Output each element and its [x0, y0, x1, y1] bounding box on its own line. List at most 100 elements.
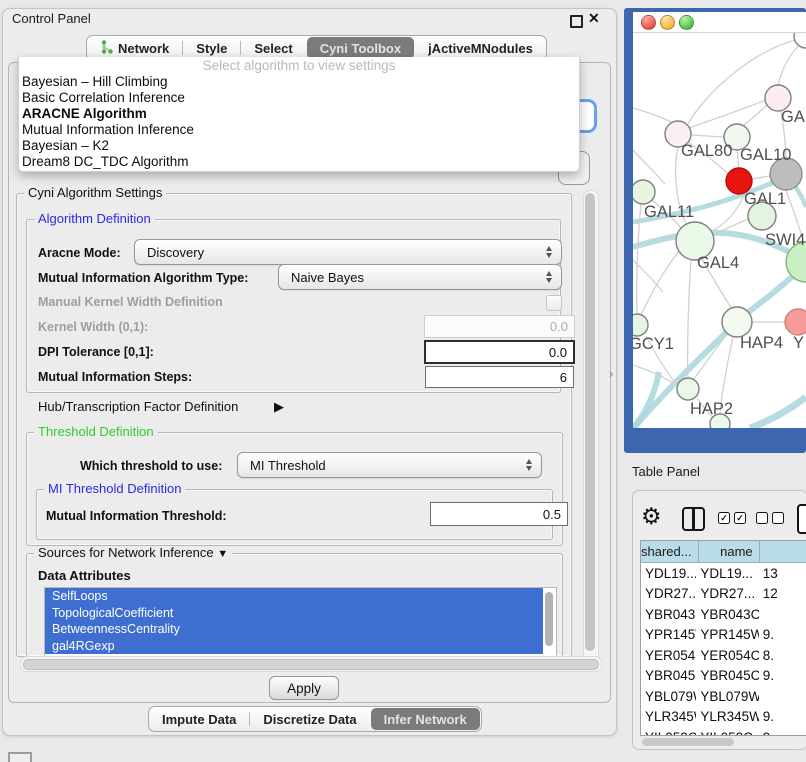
node-label-gal11: GAL11 [644, 203, 694, 221]
bottom-tab-impute-data[interactable]: Impute Data [149, 707, 249, 731]
float-window-icon[interactable] [570, 15, 583, 28]
table-cell: YBR043C [696, 604, 758, 625]
table-cell: 9. [759, 666, 806, 687]
collapsed-panel-icon[interactable] [8, 752, 32, 762]
node-table[interactable]: shared...nameYDL19...YDL19...13YDR27...Y… [640, 540, 806, 736]
new-table-icon[interactable] [797, 504, 806, 534]
close-traffic-light-icon[interactable] [641, 15, 656, 30]
table-horizontal-scrollbar-thumb[interactable] [642, 738, 734, 746]
tab-cyni-toolbox[interactable]: Cyni Toolbox [307, 37, 414, 59]
stepper-arrows-icon [546, 246, 552, 258]
attribute-item-gal4rgexp[interactable]: gal4RGexp [45, 638, 543, 655]
column-header-shared[interactable]: shared... [641, 541, 699, 563]
hub-section-label[interactable]: Hub/Transcription Factor Definition [38, 399, 238, 414]
bottom-tab-infer-network[interactable]: Infer Network [371, 708, 480, 730]
table-cell: YPR145W [696, 625, 758, 646]
aracne-mode-select[interactable]: Discovery [134, 239, 562, 265]
table-cell: 12 [759, 584, 806, 605]
attribute-item-topologicalcoefficient[interactable]: TopologicalCoefficient [45, 605, 543, 622]
table-cell: YER054C [641, 645, 696, 666]
split-columns-icon[interactable] [682, 507, 705, 531]
network-canvas[interactable]: GALGAL80GAL10GAL1GAL11SWI4GAL4GCY1HAP4YH… [633, 33, 806, 428]
attribute-item-betweennesscentrality[interactable]: BetweennessCentrality [45, 621, 543, 638]
table-cell: YBL079W [641, 686, 696, 707]
network-node-gal11[interactable] [633, 180, 655, 204]
node-label-gal4: GAL4 [697, 254, 739, 272]
algorithm-definition-title: Algorithm Definition [34, 212, 155, 226]
algorithm-dropdown-popup: Select algorithm to view settings Bayesi… [18, 57, 580, 172]
collapse-arrow-icon[interactable]: ▼ [217, 548, 228, 560]
dpi-tolerance-field[interactable]: 0.0 [424, 340, 575, 364]
select-all-icon[interactable]: ✓✓ [718, 512, 746, 524]
kernel-width-field[interactable]: 0.0 [424, 315, 575, 338]
mi-threshold-field[interactable]: 0.5 [430, 502, 568, 526]
sources-title: Sources for Network Inference ▼ [34, 546, 232, 561]
sources-title-text: Sources for Network Inference [38, 545, 214, 560]
table-row[interactable]: YLR345WYLR345W9. [641, 707, 806, 728]
node-label-gcy1: GCY1 [633, 335, 674, 353]
dpi-tolerance-label: DPI Tolerance [0,1]: [38, 345, 154, 359]
node-label-gal: GAL [781, 108, 806, 126]
table-cell: 9. [759, 707, 806, 728]
dropdown-item-basic-correlation-inference[interactable]: Basic Correlation Inference [19, 90, 579, 106]
table-row[interactable]: YBR043CYBR043C [641, 604, 806, 625]
close-icon[interactable]: ✕ [588, 10, 600, 27]
split-pane-collapse-arrow[interactable]: › [609, 366, 613, 381]
network-node-y[interactable] [785, 309, 806, 335]
zoom-traffic-light-icon[interactable] [679, 15, 694, 30]
table-cell: YDR27... [696, 584, 758, 605]
column-header-name[interactable]: name [699, 541, 760, 563]
bottom-tab-discretize-data[interactable]: Discretize Data [250, 707, 369, 731]
list-scrollbar-thumb[interactable] [545, 592, 553, 646]
minimize-traffic-light-icon[interactable] [660, 15, 675, 30]
data-attributes-list[interactable]: SelfLoopsTopologicalCoefficientBetweenne… [44, 587, 557, 657]
attribute-item-selfloops[interactable]: SelfLoops [45, 588, 543, 605]
dropdown-item-mutual-information-inference[interactable]: Mutual Information Inference [19, 122, 579, 138]
cyni-algorithm-settings-title: Cyni Algorithm Settings [24, 186, 166, 200]
stepper-arrows-icon [546, 271, 552, 283]
dropdown-item-bayesian-hill-climbing[interactable]: Bayesian – Hill Climbing [19, 74, 579, 90]
network-icon [100, 40, 113, 57]
which-threshold-label: Which threshold to use: [80, 459, 222, 473]
tab-label: Network [118, 41, 169, 56]
network-node-hap4[interactable] [722, 307, 752, 337]
table-row[interactable]: YDR27...YDR27...12 [641, 584, 806, 605]
network-node-labels: GALGAL80GAL10GAL1GAL11SWI4GAL4GCY1HAP4YH… [633, 108, 806, 418]
mi-steps-field[interactable]: 6 [425, 366, 574, 388]
settings-horizontal-scrollbar-thumb[interactable] [23, 659, 599, 670]
table-row[interactable]: YBR045CYBR045C9. [641, 666, 806, 687]
network-node[interactable] [794, 33, 806, 48]
dropdown-item-bayesian-k2[interactable]: Bayesian – K2 [19, 138, 579, 154]
column-header-col2[interactable] [760, 541, 806, 563]
mi-steps-label: Mutual Information Steps: [38, 370, 192, 384]
expand-arrow-icon[interactable]: ▶ [274, 399, 284, 415]
network-node-gcy1[interactable] [633, 314, 648, 336]
application-window: Control Panel ✕ NetworkStyleSelectCyni T… [0, 0, 806, 762]
manual-kernel-checkbox[interactable] [546, 295, 562, 311]
table-row[interactable]: YIL052CYIL052C9 [641, 727, 806, 736]
dropdown-item-aracne-algorithm[interactable]: ARACNE Algorithm [19, 106, 579, 122]
table-cell: YLR345W [641, 707, 696, 728]
table-cell: YLR345W [696, 707, 758, 728]
table-row[interactable]: YER054CYER054C8. [641, 645, 806, 666]
node-label-gal10: GAL10 [740, 146, 791, 164]
settings-vertical-scrollbar-thumb[interactable] [585, 193, 595, 651]
network-node-hap2[interactable] [677, 378, 699, 400]
control-panel-title: Control Panel [12, 11, 91, 26]
table-row[interactable]: YPR145WYPR145W9. [641, 625, 806, 646]
tab-label: Select [254, 41, 292, 56]
dropdown-item-dream8-dc-tdc-algorithm[interactable]: Dream8 DC_TDC Algorithm [19, 154, 579, 170]
deselect-all-icon[interactable] [756, 512, 784, 524]
apply-button[interactable]: Apply [269, 676, 339, 700]
table-cell: YBR043C [641, 604, 696, 625]
table-panel-title: Table Panel [632, 464, 700, 479]
mi-type-select[interactable]: Naive Bayes [278, 264, 562, 290]
which-threshold-select[interactable]: MI Threshold [237, 452, 542, 478]
aracne-mode-label: Aracne Mode: [38, 246, 121, 260]
aracne-mode-value: Discovery [147, 245, 204, 260]
gear-icon[interactable]: ⚙ [641, 503, 662, 529]
data-attributes-label: Data Attributes [38, 568, 131, 583]
table-row[interactable]: YBL079WYBL079W [641, 686, 806, 707]
table-cell: YPR145W [641, 625, 696, 646]
table-row[interactable]: YDL19...YDL19...13 [641, 563, 806, 584]
